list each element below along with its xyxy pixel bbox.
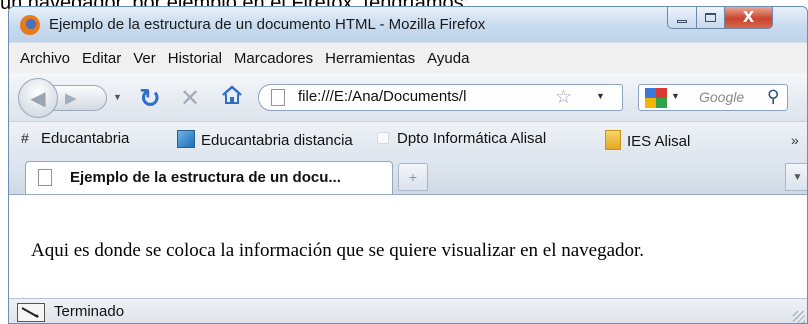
menu-ayuda[interactable]: Ayuda bbox=[427, 50, 469, 67]
menu-archivo[interactable]: Archivo bbox=[20, 50, 70, 67]
bookmark-star-icon[interactable]: ☆ bbox=[555, 86, 572, 109]
status-bar: Terminado bbox=[9, 298, 807, 323]
history-dropdown-icon[interactable]: ▼ bbox=[113, 92, 122, 102]
back-button[interactable]: ◀ bbox=[18, 78, 58, 118]
page-icon bbox=[271, 89, 285, 106]
back-icon: ◀ bbox=[30, 87, 46, 110]
status-icon bbox=[17, 303, 45, 322]
stop-icon[interactable]: ✕ bbox=[180, 84, 200, 113]
title-bar: Ejemplo de la estructura de un documento… bbox=[9, 7, 807, 42]
page-content: Aqui es donde se coloca la información q… bbox=[9, 194, 807, 298]
page-icon bbox=[38, 169, 52, 186]
bookmark-label: Educantabria bbox=[41, 130, 130, 147]
menu-editar[interactable]: Editar bbox=[82, 50, 121, 67]
bookmark-educantabria[interactable]: # Educantabria bbox=[21, 130, 129, 147]
url-dropdown-icon[interactable]: ▼ bbox=[596, 91, 605, 101]
folder-icon bbox=[605, 130, 621, 150]
close-button[interactable]: X bbox=[725, 7, 773, 29]
bookmark-educantabria-distancia[interactable]: Educantabria distancia bbox=[177, 130, 353, 149]
bookmark-label: Dpto Informática Alisal bbox=[397, 130, 547, 147]
home-icon[interactable] bbox=[221, 84, 243, 106]
maximize-button[interactable] bbox=[697, 7, 725, 29]
minimize-icon bbox=[677, 20, 687, 23]
forward-icon: ▶ bbox=[65, 90, 77, 107]
navigation-toolbar: ▶ ◀ ▼ ↻ ✕ file:///E:/Ana/Documents/l ☆ ▼ bbox=[9, 73, 807, 121]
page-icon bbox=[177, 130, 195, 148]
firefox-logo-icon bbox=[20, 15, 40, 35]
menu-herramientas[interactable]: Herramientas bbox=[325, 50, 415, 67]
tab-strip: Ejemplo de la estructura de un docu... +… bbox=[9, 157, 807, 194]
bookmark-dpto-informatica[interactable]: Dpto Informática Alisal bbox=[377, 130, 546, 147]
forward-button[interactable]: ▶ bbox=[53, 85, 107, 111]
url-text[interactable]: file:///E:/Ana/Documents/l bbox=[298, 88, 530, 105]
new-tab-button[interactable]: + bbox=[398, 163, 428, 191]
chevron-down-icon: ▼ bbox=[792, 171, 803, 183]
menu-ver[interactable]: Ver bbox=[133, 50, 156, 67]
menu-bar: Archivo Editar Ver Historial Marcadores … bbox=[9, 42, 807, 73]
search-icon[interactable]: ⚲ bbox=[767, 87, 779, 107]
window-title: Ejemplo de la estructura de un documento… bbox=[49, 16, 486, 33]
close-icon: X bbox=[742, 8, 755, 26]
search-placeholder[interactable]: Google bbox=[699, 89, 744, 105]
bookmarks-toolbar: # Educantabria Educantabria distancia Dpt… bbox=[9, 121, 807, 157]
bookmarks-overflow-icon[interactable]: » bbox=[791, 132, 799, 148]
reload-icon[interactable]: ↻ bbox=[139, 83, 161, 114]
bookmark-label: Educantabria distancia bbox=[201, 132, 353, 149]
google-engine-icon[interactable] bbox=[645, 88, 667, 108]
status-text: Terminado bbox=[54, 303, 125, 320]
blank-icon bbox=[377, 132, 389, 144]
tab-title: Ejemplo de la estructura de un docu... bbox=[70, 169, 341, 186]
maximize-icon bbox=[705, 13, 716, 22]
url-bar[interactable]: file:///E:/Ana/Documents/l ☆ ▼ bbox=[258, 84, 623, 111]
plus-icon: + bbox=[408, 169, 418, 185]
minimize-button[interactable] bbox=[667, 7, 697, 29]
bookmark-label: IES Alisal bbox=[627, 133, 691, 150]
grid-icon: # bbox=[21, 130, 29, 146]
tab-active[interactable]: Ejemplo de la estructura de un docu... bbox=[25, 161, 393, 194]
search-bar[interactable]: ▼ Google ⚲ bbox=[638, 84, 788, 111]
bookmark-ies-alisal[interactable]: IES Alisal bbox=[605, 130, 690, 150]
engine-dropdown-icon[interactable]: ▼ bbox=[671, 91, 680, 101]
content-text: Aqui es donde se coloca la información q… bbox=[31, 240, 645, 261]
list-tabs-button[interactable]: ▼ bbox=[785, 163, 807, 191]
menu-marcadores[interactable]: Marcadores bbox=[234, 50, 313, 67]
resize-grip-icon[interactable] bbox=[793, 311, 805, 323]
firefox-window: Ejemplo de la estructura de un documento… bbox=[8, 6, 808, 324]
menu-historial[interactable]: Historial bbox=[168, 50, 222, 67]
